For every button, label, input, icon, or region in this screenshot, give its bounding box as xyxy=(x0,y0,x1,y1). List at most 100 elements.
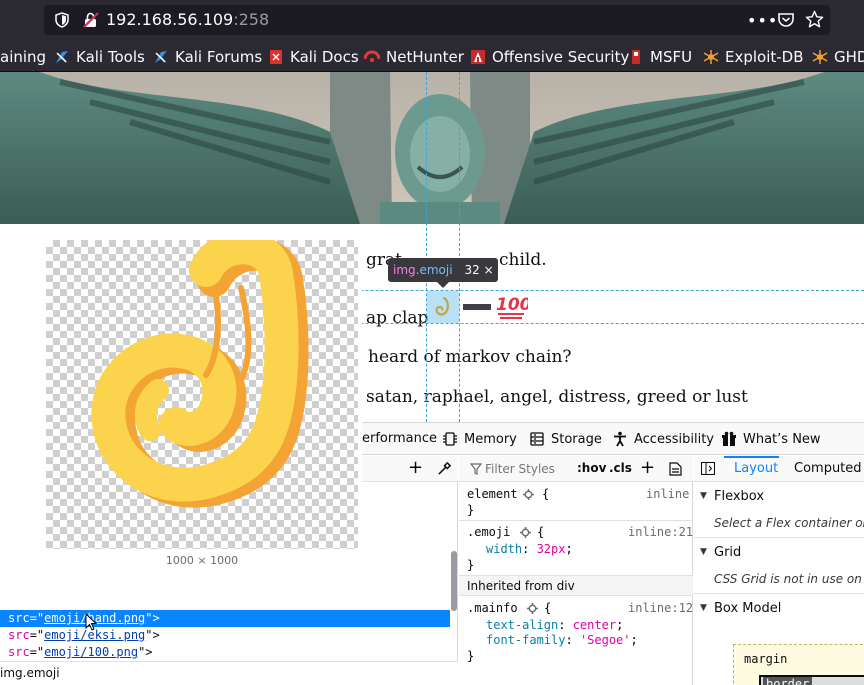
element-brace: { xyxy=(542,487,550,501)
storage-icon xyxy=(530,432,544,446)
tab-label: Accessibility xyxy=(634,431,714,447)
markup-node[interactable]: src="emoji/eksi.png"> xyxy=(0,627,450,644)
bookmarks-toolbar: aining Kali Tools Kali Forums Kali Docs … xyxy=(0,40,864,72)
kali-dragon-icon xyxy=(155,51,167,63)
css-declaration[interactable]: text-align: center; xyxy=(486,618,623,632)
tab-performance[interactable]: erformance xyxy=(362,431,437,446)
address-bar[interactable]: 192.168.56.109:258 ••• xyxy=(44,5,830,35)
nethunter-icon xyxy=(364,50,380,62)
bookmark-star-icon[interactable] xyxy=(805,10,824,29)
firefox-window: 192.168.56.109:258 ••• aining Kali Tools… xyxy=(0,0,864,685)
filter-styles-input[interactable] xyxy=(485,460,573,478)
url-port: :258 xyxy=(233,10,270,29)
bookmark-msfu[interactable]: MSFU xyxy=(628,47,692,67)
pocket-icon[interactable] xyxy=(777,11,795,29)
emoji-rule-source[interactable]: inline:21 xyxy=(628,525,693,539)
svg-text:100: 100 xyxy=(496,295,528,315)
attr-name: src xyxy=(8,645,30,659)
section-divider xyxy=(694,537,864,538)
emoji-rule-selector[interactable]: .emoji xyxy=(467,525,510,539)
bookmark-training[interactable]: aining xyxy=(0,47,46,67)
bookmark-kali-docs[interactable]: Kali Docs xyxy=(268,47,359,67)
tab-accessibility[interactable]: Accessibility xyxy=(612,431,714,447)
tab-label: Layout xyxy=(734,461,779,476)
add-node-button[interactable]: + xyxy=(408,458,423,478)
attr-name: src xyxy=(8,628,30,642)
css-value: 'Segoe' xyxy=(579,633,631,647)
section-title: Flexbox xyxy=(714,489,765,504)
hundred-points-emoji-icon: 100 xyxy=(496,295,528,319)
ok-hand-emoji-icon xyxy=(435,297,449,316)
infobar-dimensions: 32 × 32 xyxy=(464,263,513,277)
element-rule-source[interactable]: inline xyxy=(646,487,689,501)
css-property: text-align xyxy=(486,618,559,632)
hand-emoji-highlighted[interactable] xyxy=(427,291,459,323)
gear-icon[interactable] xyxy=(523,489,534,500)
navigation-toolbar: 192.168.56.109:258 ••• xyxy=(0,0,864,40)
ok-hand-emoji-preview xyxy=(91,230,309,508)
url-text[interactable]: 192.168.56.109:258 xyxy=(106,10,269,29)
toggle-sidebar-icon[interactable] xyxy=(701,462,715,475)
flexbox-section-header[interactable]: ▼ Flexbox xyxy=(694,487,864,509)
bookmark-kali-forums[interactable]: Kali Forums xyxy=(153,47,262,67)
section-divider xyxy=(694,593,864,594)
box-model-margin[interactable]: margin border xyxy=(733,644,864,685)
breadcrumb-item[interactable]: img.emoji xyxy=(0,666,60,680)
rules-toolbar: :hov .cls + xyxy=(459,456,693,482)
tab-layout[interactable]: Layout xyxy=(724,456,779,482)
bookmark-nethunter[interactable]: NetHunter xyxy=(364,47,464,67)
bookmark-label: NetHunter xyxy=(386,48,464,66)
bookmark-offensive-security[interactable]: Offensive Security xyxy=(470,47,629,67)
css-property: width xyxy=(486,542,523,556)
insecure-lock-icon[interactable] xyxy=(82,11,100,29)
box-model-border[interactable]: border xyxy=(759,675,864,685)
bookmark-label: Kali Forums xyxy=(175,48,263,66)
image-preview-dimensions: 1000 × 1000 xyxy=(165,554,239,567)
page-text-line2: ap clap xyxy=(366,308,429,328)
mainfo-rule-selector[interactable]: .mainfo xyxy=(467,601,518,615)
bookmark-ghdb[interactable]: GHD xyxy=(812,47,864,67)
mouse-cursor-icon xyxy=(85,613,97,631)
grid-note: CSS Grid is not in use on th xyxy=(714,572,864,586)
bookmark-label: Kali Tools xyxy=(76,48,145,66)
css-declaration[interactable]: width: 32px; xyxy=(486,542,573,556)
kali-docs-icon xyxy=(270,50,282,64)
mainfo-rule-source[interactable]: inline:12 xyxy=(628,601,693,615)
add-rule-button[interactable]: + xyxy=(640,457,655,478)
css-value: 32px xyxy=(536,542,566,556)
bookmark-label: aining xyxy=(0,48,47,66)
tab-memory[interactable]: Memory xyxy=(442,431,517,447)
grid-section-header[interactable]: ▼ Grid xyxy=(694,543,864,565)
hov-toggle[interactable]: :hov xyxy=(577,461,606,475)
css-declaration[interactable]: font-family: 'Segoe'; xyxy=(486,633,638,647)
filter-icon xyxy=(470,463,482,475)
bookmark-kali-tools[interactable]: Kali Tools xyxy=(54,47,145,67)
gear-icon[interactable] xyxy=(520,527,531,538)
bookmark-exploit-db[interactable]: Exploit-DB xyxy=(703,47,804,67)
accessibility-icon xyxy=(614,431,626,447)
tab-label: erformance xyxy=(362,431,438,446)
bookmark-label: Exploit-DB xyxy=(725,48,804,66)
tracking-shield-icon[interactable] xyxy=(54,12,70,28)
tab-label: Storage xyxy=(551,431,602,447)
collapse-arrow-icon: ▼ xyxy=(700,603,707,613)
print-media-icon[interactable] xyxy=(669,462,682,476)
bookmark-label: MSFU xyxy=(650,48,693,66)
tab-computed[interactable]: Computed xyxy=(789,456,864,482)
markup-node-selected[interactable]: src="emoji/hand.png"> xyxy=(0,610,450,627)
dash-emoji-icon xyxy=(463,304,491,310)
infobar-arrow xyxy=(437,282,449,288)
gear-icon[interactable] xyxy=(527,603,538,614)
rules-scrollbar[interactable] xyxy=(451,551,457,611)
tab-whats-new[interactable]: What’s New xyxy=(721,431,821,447)
tab-storage[interactable]: Storage xyxy=(529,431,602,447)
page-actions-icon[interactable]: ••• xyxy=(747,11,778,30)
css-value: center xyxy=(572,618,617,632)
element-rule-selector[interactable]: element xyxy=(467,487,518,501)
attr-value-link[interactable]: emoji/100.png xyxy=(44,645,138,659)
eyedropper-icon[interactable] xyxy=(437,461,452,476)
box-model-section-header[interactable]: ▼ Box Model xyxy=(694,599,864,621)
markup-node[interactable]: src="emoji/100.png"> xyxy=(0,644,450,661)
page-text-line4: satan, raphael, angel, distress, greed o… xyxy=(366,387,748,407)
cls-toggle[interactable]: .cls xyxy=(609,461,632,475)
